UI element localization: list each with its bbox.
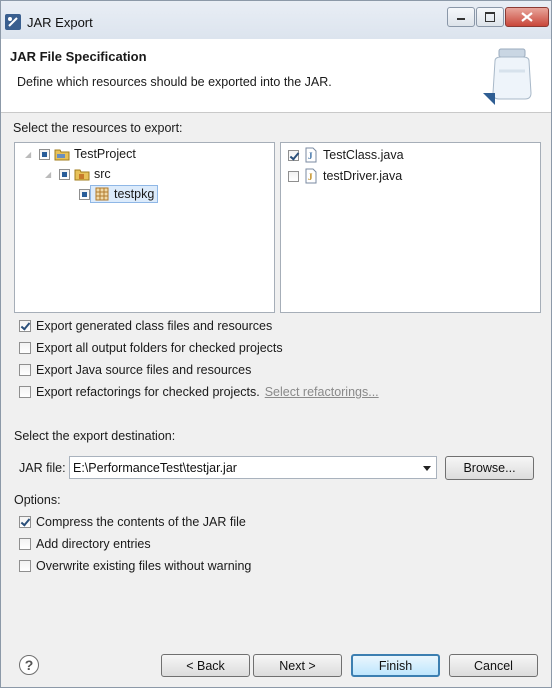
window-title: JAR Export (27, 15, 93, 30)
browse-button[interactable]: Browse... (445, 456, 534, 480)
svg-text:J: J (308, 151, 313, 161)
title-bar: JAR Export (1, 1, 551, 39)
tree-item-testpkg[interactable]: testpkg (79, 185, 159, 203)
list-item-testdriver[interactable]: J testDriver.java (288, 167, 402, 185)
jar-icon (483, 48, 532, 105)
maximize-icon (485, 12, 495, 22)
package-icon (95, 187, 109, 201)
tree-item-label: src (94, 167, 111, 181)
project-icon (54, 149, 70, 161)
tree-checkbox[interactable] (59, 168, 70, 180)
option-label: Export all output folders for checked pr… (36, 341, 283, 355)
tree-checkbox[interactable] (79, 188, 90, 200)
java-file-icon: J (305, 168, 317, 184)
maximize-button[interactable] (476, 7, 504, 27)
tree-checkbox[interactable] (39, 148, 50, 160)
collapse-arrow-icon[interactable]: ◢ (25, 150, 33, 159)
checkbox[interactable] (19, 342, 31, 354)
option-label: Export Java source files and resources (36, 363, 252, 377)
jar-file-combo[interactable] (69, 456, 437, 479)
select-refactorings-link[interactable]: Select refactorings... (265, 385, 379, 399)
file-checkbox[interactable] (288, 170, 299, 182)
list-item-label: testDriver.java (323, 169, 403, 183)
option-label: Overwrite existing files without warning (36, 559, 252, 573)
checkbox[interactable] (19, 538, 31, 550)
file-list[interactable]: J TestClass.java J testDriver.java (280, 142, 541, 313)
list-item-label: TestClass.java (323, 148, 404, 162)
back-button[interactable]: < Back (161, 654, 250, 677)
overwrite-option[interactable]: Overwrite existing files without warning (19, 557, 251, 575)
export-class-files-option[interactable]: Export generated class files and resourc… (19, 317, 272, 335)
java-file-icon: J (305, 147, 317, 163)
dropdown-arrow-icon[interactable] (423, 466, 431, 471)
checkbox[interactable] (19, 320, 31, 332)
close-button[interactable] (505, 7, 549, 27)
svg-text:J: J (308, 172, 313, 182)
option-label: Compress the contents of the JAR file (36, 515, 246, 529)
option-label: Export refactorings for checked projects… (36, 385, 260, 399)
tree-item-label: testpkg (114, 187, 155, 201)
jar-export-dialog: JAR Export JAR File Specification Define… (0, 0, 552, 688)
directory-entries-option[interactable]: Add directory entries (19, 535, 151, 553)
export-refactorings-option[interactable]: Export refactorings for checked projects… (19, 383, 379, 401)
wizard-header: JAR File Specification Define which reso… (1, 39, 551, 113)
option-label: Export generated class files and resourc… (36, 319, 273, 333)
file-checkbox[interactable] (288, 149, 299, 161)
option-label: Add directory entries (36, 537, 151, 551)
minimize-button[interactable] (447, 7, 475, 27)
list-item-testclass[interactable]: J TestClass.java (288, 146, 404, 164)
eclipse-app-icon (5, 14, 21, 30)
page-title: JAR File Specification (10, 49, 147, 64)
tree-item-label: TestProject (74, 147, 136, 161)
selected-item[interactable]: testpkg (90, 185, 159, 203)
export-java-source-option[interactable]: Export Java source files and resources (19, 361, 251, 379)
compress-option[interactable]: Compress the contents of the JAR file (19, 513, 246, 531)
checkbox[interactable] (19, 516, 31, 528)
tree-item-testproject[interactable]: ◢ TestProject (25, 145, 136, 163)
finish-button[interactable]: Finish (351, 654, 440, 677)
tree-item-src[interactable]: ◢ src (45, 165, 111, 183)
source-folder-icon (74, 169, 90, 181)
export-output-folders-option[interactable]: Export all output folders for checked pr… (19, 339, 283, 357)
resource-tree[interactable]: ◢ TestProject ◢ src testpkg (14, 142, 275, 313)
cancel-button[interactable]: Cancel (449, 654, 538, 677)
page-description: Define which resources should be exporte… (17, 75, 332, 89)
minimize-icon (457, 18, 465, 20)
help-button[interactable]: ? (19, 655, 39, 675)
checkbox[interactable] (19, 364, 31, 376)
resources-label: Select the resources to export: (13, 121, 183, 135)
window-controls (446, 7, 549, 27)
checkbox[interactable] (19, 560, 31, 572)
collapse-arrow-icon[interactable]: ◢ (45, 170, 53, 179)
close-icon (521, 12, 533, 22)
destination-label: Select the export destination: (14, 429, 176, 443)
jar-file-input[interactable] (73, 459, 413, 476)
checkbox[interactable] (19, 386, 31, 398)
options-label: Options: (14, 493, 61, 507)
next-button[interactable]: Next > (253, 654, 342, 677)
jar-file-label: JAR file: (19, 461, 66, 475)
